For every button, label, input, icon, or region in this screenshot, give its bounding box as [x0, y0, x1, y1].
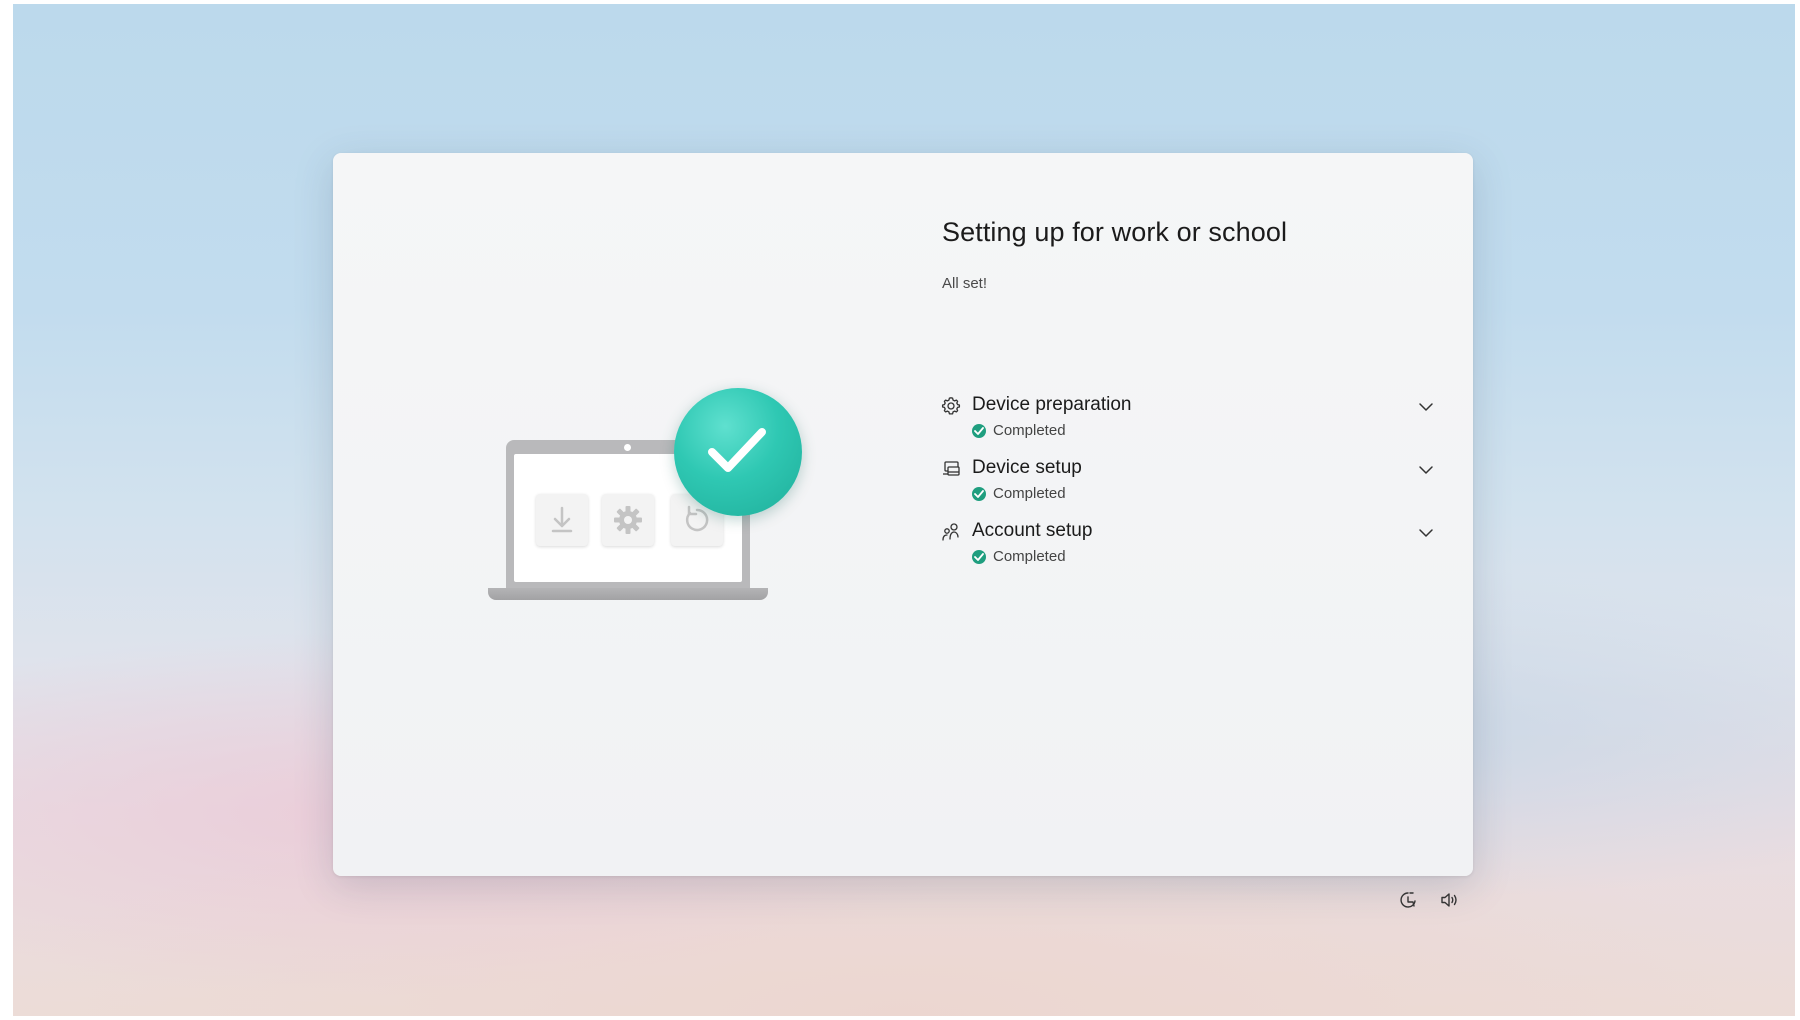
step-device-setup[interactable]: Device setup Completed: [941, 457, 1441, 520]
step-status: Completed: [972, 548, 1066, 565]
device-setup-icon: [943, 461, 960, 476]
gear-icon: [941, 397, 961, 415]
setup-dialog: Setting up for work or school All set! D…: [333, 153, 1473, 876]
laptop-base: [488, 588, 768, 600]
desktop: Setting up for work or school All set! D…: [0, 0, 1800, 1020]
step-label: Device preparation: [972, 394, 1132, 415]
step-status: Completed: [972, 422, 1066, 439]
check-circle-icon: [972, 486, 986, 501]
accessibility-icon[interactable]: [1398, 890, 1418, 910]
download-tile: [536, 494, 588, 546]
check-circle-icon: [972, 423, 986, 438]
step-status-text: Completed: [993, 422, 1066, 439]
step-label: Device setup: [972, 457, 1082, 478]
step-device-preparation[interactable]: Device preparation Completed: [941, 394, 1441, 457]
step-account-setup[interactable]: Account setup Completed: [941, 520, 1441, 583]
setup-steps-list: Device preparation Completed Device setu…: [941, 394, 1441, 583]
settings-tile: [602, 494, 654, 546]
status-message: All set!: [942, 275, 988, 292]
download-icon: [551, 506, 573, 533]
step-status-text: Completed: [993, 485, 1066, 502]
chevron-down-icon[interactable]: [1417, 398, 1435, 416]
step-status-text: Completed: [993, 548, 1066, 565]
page-title: Setting up for work or school: [942, 217, 1288, 247]
step-label: Account setup: [972, 520, 1093, 541]
chevron-down-icon[interactable]: [1417, 461, 1435, 479]
gear-icon: [614, 506, 642, 534]
chevron-down-icon[interactable]: [1417, 524, 1435, 542]
success-check-icon: [674, 388, 802, 516]
camera-dot: [624, 444, 631, 451]
check-circle-icon: [972, 549, 986, 564]
account-icon: [942, 523, 959, 541]
system-tray: [1398, 890, 1460, 910]
step-status: Completed: [972, 485, 1066, 502]
volume-icon[interactable]: [1440, 890, 1460, 910]
laptop-illustration: [488, 388, 818, 618]
